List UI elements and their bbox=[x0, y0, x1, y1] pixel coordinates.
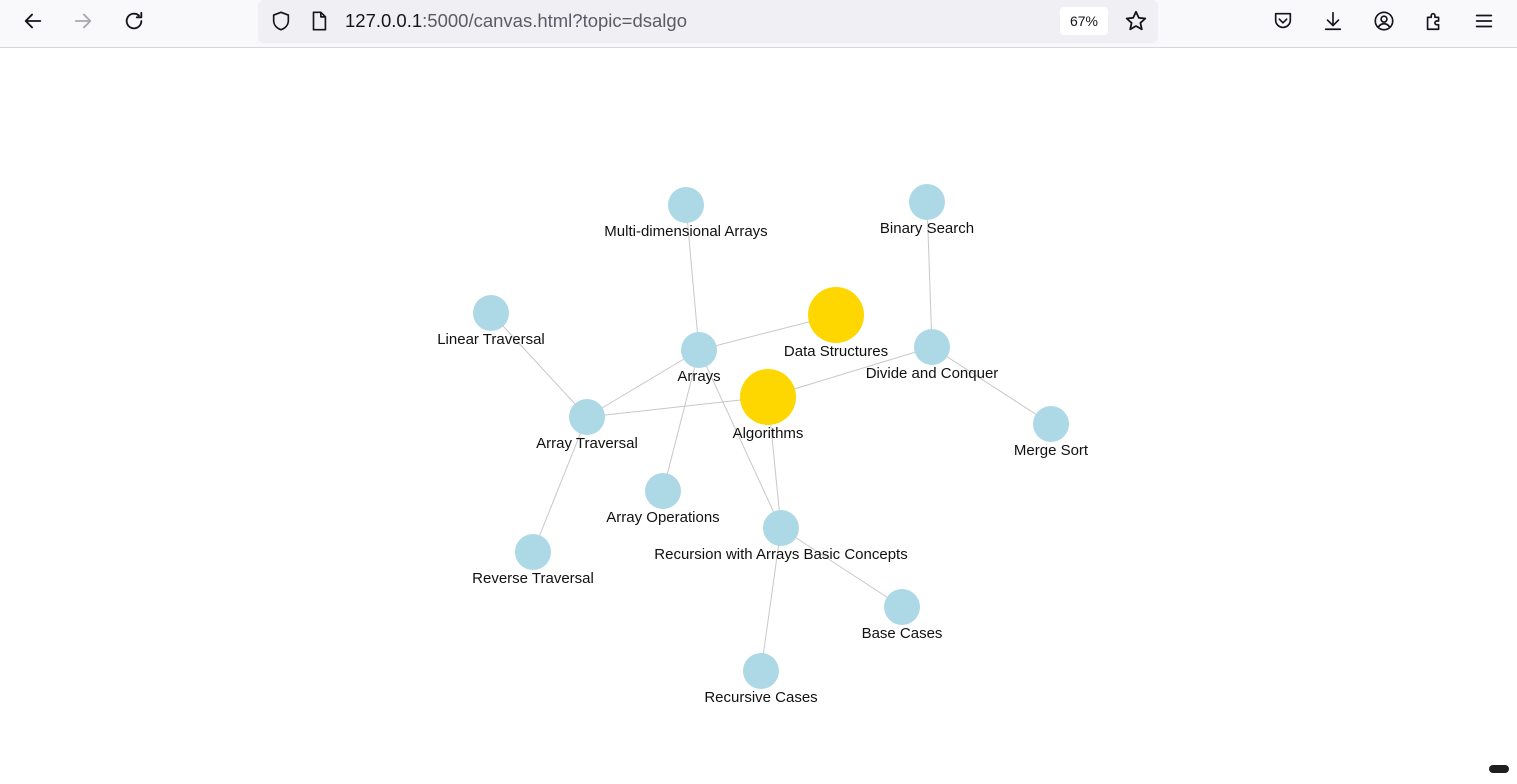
graph-node-label-reverse-traversal: Reverse Traversal bbox=[472, 570, 594, 587]
scrollbar-thumb[interactable] bbox=[1489, 765, 1509, 773]
url-host: 127.0.0.1 bbox=[345, 10, 423, 31]
graph-node-label-arrays: Arrays bbox=[677, 368, 720, 385]
puzzle-icon bbox=[1426, 12, 1440, 31]
graph-node-label-linear-traversal: Linear Traversal bbox=[437, 331, 545, 348]
graph-node-array-traversal[interactable] bbox=[569, 399, 605, 435]
star-icon[interactable] bbox=[1124, 9, 1148, 33]
extensions-button[interactable] bbox=[1416, 6, 1452, 36]
hamburger-menu-icon bbox=[1475, 14, 1493, 28]
graph-canvas[interactable]: Data Structures Algorithms Arrays Multi-dim… bbox=[0, 49, 1517, 784]
graph-edge-array-traversal-linear-traversal bbox=[490, 312, 588, 418]
graph-node-label-divide-conquer: Divide and Conquer bbox=[866, 365, 999, 382]
graph-node-label-algorithms: Algorithms bbox=[733, 425, 804, 442]
downloads-button[interactable] bbox=[1315, 6, 1351, 36]
account-button[interactable] bbox=[1366, 6, 1402, 36]
pocket-icon bbox=[1274, 12, 1292, 29]
pocket-button[interactable] bbox=[1265, 6, 1301, 36]
graph-node-label-binary-search: Binary Search bbox=[880, 220, 974, 237]
url-text[interactable]: 127.0.0.1:5000/canvas.html?topic=dsalgo bbox=[345, 10, 687, 32]
graph-node-label-merge-sort: Merge Sort bbox=[1014, 442, 1089, 459]
graph-node-label-array-operations: Array Operations bbox=[606, 509, 719, 526]
browser-toolbar: 127.0.0.1:5000/canvas.html?topic=dsalgo … bbox=[0, 0, 1517, 48]
graph-node-binary-search[interactable] bbox=[909, 184, 945, 220]
graph-node-label-multi-dim: Multi-dimensional Arrays bbox=[604, 223, 767, 240]
arrow-right-icon bbox=[74, 13, 92, 29]
graph-node-base-cases[interactable] bbox=[884, 589, 920, 625]
graph-node-label-data-structures: Data Structures bbox=[784, 343, 888, 360]
graph-node-recursion-arrays[interactable] bbox=[763, 510, 799, 546]
graph-node-merge-sort[interactable] bbox=[1033, 406, 1069, 442]
graph-node-divide-conquer[interactable] bbox=[914, 329, 950, 365]
graph-node-label-array-traversal: Array Traversal bbox=[536, 435, 638, 452]
graph-node-linear-traversal[interactable] bbox=[473, 295, 509, 331]
arrow-left-icon bbox=[24, 13, 42, 29]
account-icon bbox=[1374, 11, 1394, 31]
graph-node-arrays[interactable] bbox=[681, 332, 717, 368]
graph-node-label-base-cases: Base Cases bbox=[862, 625, 943, 642]
forward-button[interactable] bbox=[65, 6, 101, 36]
zoom-level-badge[interactable]: 67% bbox=[1060, 7, 1108, 35]
graph-node-algorithms[interactable] bbox=[740, 369, 796, 425]
graph-edge-recursion-arrays-base-cases bbox=[780, 527, 903, 608]
graph-node-recursive-cases[interactable] bbox=[743, 653, 779, 689]
reload-button[interactable] bbox=[116, 6, 152, 36]
graph-node-label-recursive-cases: Recursive Cases bbox=[704, 689, 817, 706]
shield-icon[interactable] bbox=[270, 10, 292, 32]
address-bar[interactable]: 127.0.0.1:5000/canvas.html?topic=dsalgo … bbox=[258, 0, 1158, 43]
menu-button[interactable] bbox=[1466, 6, 1502, 36]
graph-node-data-structures[interactable] bbox=[808, 287, 864, 343]
graph-node-array-operations[interactable] bbox=[645, 473, 681, 509]
graph-edge-divide-conquer-merge-sort bbox=[931, 346, 1052, 425]
download-icon bbox=[1324, 11, 1342, 31]
graph-node-multi-dim[interactable] bbox=[668, 187, 704, 223]
graph-node-label-recursion-arrays: Recursion with Arrays Basic Concepts bbox=[654, 546, 907, 563]
reload-icon bbox=[125, 11, 143, 30]
graph-node-reverse-traversal[interactable] bbox=[515, 534, 551, 570]
back-button[interactable] bbox=[15, 6, 51, 36]
url-path: :5000/canvas.html?topic=dsalgo bbox=[422, 10, 687, 31]
concept-graph[interactable]: Data Structures Algorithms Arrays Multi-dim… bbox=[0, 49, 1517, 784]
page-icon[interactable] bbox=[308, 10, 330, 32]
